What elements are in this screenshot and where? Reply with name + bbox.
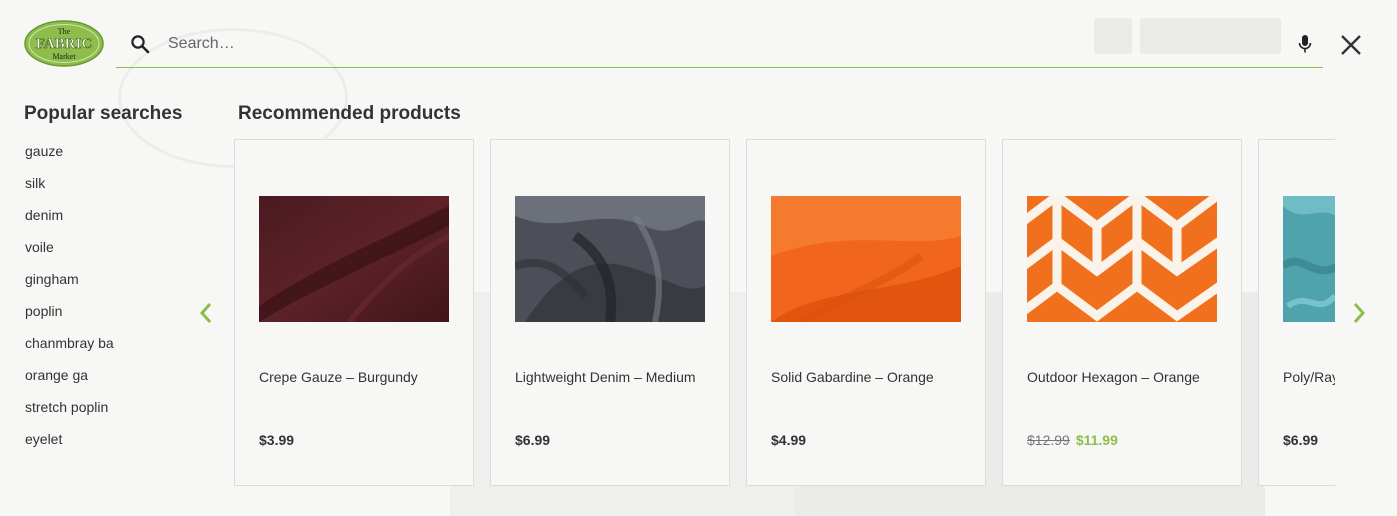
product-carousel: Crepe Gauze – Burgundy $3.99 Lightweight… (234, 139, 1335, 486)
popular-search-item[interactable]: denim (25, 205, 114, 237)
popular-search-item[interactable]: gingham (25, 269, 114, 301)
product-sale-price: $11.99 (1075, 432, 1118, 448)
search-overlay: The FABRIC Market Popular searches (0, 0, 1397, 516)
product-image[interactable] (259, 196, 449, 322)
search-input[interactable] (168, 23, 1293, 64)
product-name[interactable]: Lightweight Denim – Medium (515, 367, 715, 388)
product-name[interactable]: Crepe Gauze – Burgundy (259, 367, 459, 388)
product-card[interactable]: Poly/Rayon Light Turquoise $6.99 (1258, 139, 1335, 486)
product-price: $3.99 (259, 432, 295, 448)
popular-search-item[interactable]: eyelet (25, 429, 114, 461)
recommended-products-title: Recommended products (238, 103, 461, 124)
mic-icon[interactable] (1293, 32, 1317, 56)
popular-search-item[interactable]: chanmbray ba (25, 333, 114, 365)
product-image[interactable] (515, 196, 705, 322)
popular-search-item[interactable]: voile (25, 237, 114, 269)
product-price: $12.99 $11.99 (1027, 432, 1118, 448)
chevron-right-icon[interactable] (1347, 300, 1371, 326)
fabric-market-logo[interactable]: The FABRIC Market (24, 20, 104, 67)
product-card[interactable]: Solid Gabardine – Orange $4.99 (746, 139, 986, 486)
popular-searches-list: gauze silk denim voile gingham poplin ch… (25, 141, 114, 461)
product-price: $4.99 (771, 432, 807, 448)
logo-text-bottom: Market (52, 52, 76, 61)
product-image[interactable] (1283, 196, 1335, 322)
popular-search-item[interactable]: orange ga (25, 365, 114, 397)
popular-searches-title: Popular searches (24, 103, 183, 124)
product-old-price: $12.99 (1027, 432, 1070, 448)
product-image[interactable] (1027, 196, 1217, 322)
close-icon[interactable] (1338, 32, 1364, 58)
product-card[interactable]: Lightweight Denim – Medium $6.99 (490, 139, 730, 486)
search-bar (116, 20, 1323, 68)
search-icon[interactable] (128, 32, 152, 56)
product-card[interactable]: Outdoor Hexagon – Orange $12.99 $11.99 (1002, 139, 1242, 486)
product-card[interactable]: Crepe Gauze – Burgundy $3.99 (234, 139, 474, 486)
product-price: $6.99 (515, 432, 551, 448)
popular-search-item[interactable]: gauze (25, 141, 114, 173)
chevron-left-icon[interactable] (194, 300, 218, 326)
product-name[interactable]: Solid Gabardine – Orange (771, 367, 971, 388)
product-name[interactable]: Outdoor Hexagon – Orange (1027, 367, 1227, 388)
product-name[interactable]: Poly/Rayon Light Turquoise (1283, 367, 1335, 388)
popular-search-item[interactable]: stretch poplin (25, 397, 114, 429)
popular-search-item[interactable]: poplin (25, 301, 114, 333)
logo-text-main: FABRIC (36, 36, 92, 52)
product-image[interactable] (771, 196, 961, 322)
logo-text-top: The (58, 27, 71, 36)
product-price: $6.99 (1283, 432, 1319, 448)
popular-search-item[interactable]: silk (25, 173, 114, 205)
